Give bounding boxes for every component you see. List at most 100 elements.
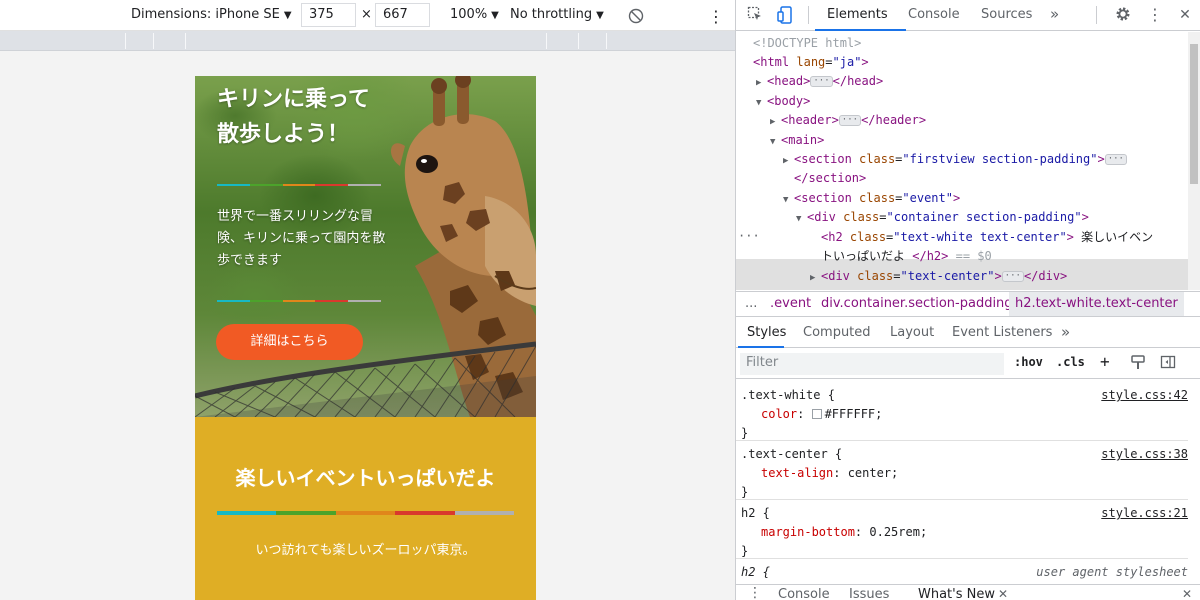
expand-triangle-icon[interactable]: ▶	[770, 113, 778, 132]
tab-layout[interactable]: Layout	[890, 325, 934, 340]
dom-node-h2-continued[interactable]: トいっぱいだよ </h2> == $0	[821, 247, 992, 266]
collapse-triangle-icon[interactable]: ▼	[796, 210, 804, 229]
dimensions-dropdown[interactable]: Dimensions: iPhone SE ▼	[131, 7, 292, 22]
toggle-sidebar-icon[interactable]	[1159, 354, 1177, 372]
property-value[interactable]: 0.25rem;	[869, 525, 927, 539]
ruler-segment[interactable]	[606, 33, 607, 49]
tag-text: <header>	[781, 113, 839, 127]
drawer-menu-icon[interactable]: ⋮	[748, 585, 762, 600]
tab-elements[interactable]: Elements	[827, 7, 888, 22]
throttling-dropdown[interactable]: No throttling ▼	[510, 7, 604, 22]
dom-node-body[interactable]: ▼ <body>	[756, 92, 810, 111]
scrollbar-thumb[interactable]	[1190, 44, 1198, 184]
more-tabs-icon[interactable]: »	[1061, 323, 1070, 341]
expand-triangle-icon[interactable]: ▶	[810, 269, 818, 288]
ruler-segment[interactable]	[546, 33, 547, 49]
paint-bucket-icon[interactable]	[1129, 354, 1147, 372]
ellipsis-icon[interactable]: ···	[1001, 271, 1024, 282]
tab-styles[interactable]: Styles	[747, 325, 786, 340]
source-link[interactable]: style.css:38	[1101, 445, 1188, 464]
close-tab-icon[interactable]: ✕	[998, 587, 1008, 600]
tab-sources[interactable]: Sources	[981, 7, 1032, 22]
new-style-rule-button[interactable]: +	[1100, 352, 1110, 371]
ellipsis-icon[interactable]: ···	[838, 115, 862, 126]
tab-computed[interactable]: Computed	[803, 325, 871, 340]
dom-tree[interactable]: <!DOCTYPE html> <html lang="ja"> ▶ <head>…	[736, 32, 1188, 290]
css-rule[interactable]: .text-white { color: #FFFFFF; } style.cs…	[736, 382, 1188, 441]
css-rule[interactable]: .text-center { text-align: center; } sty…	[736, 441, 1188, 500]
more-options-icon[interactable]: ⋮	[1146, 6, 1164, 24]
breadcrumb-item[interactable]: div.container.section-padding	[821, 292, 1013, 316]
filter-input[interactable]: Filter	[740, 353, 1004, 375]
media-query-ruler[interactable]	[0, 31, 735, 51]
rainbow-segment	[249, 184, 283, 186]
css-rule[interactable]: h2 { user agent stylesheet	[736, 559, 1188, 585]
width-input[interactable]: 375	[301, 3, 356, 27]
tab-console[interactable]: Console	[778, 587, 830, 600]
tag-text: </head>	[832, 74, 884, 88]
breadcrumb: ... .event div.container.section-padding…	[736, 291, 1200, 317]
gutter-dots-icon[interactable]: ···	[738, 227, 760, 246]
hover-state-button[interactable]: :hov	[1014, 355, 1043, 369]
property-value[interactable]: center;	[848, 466, 899, 480]
ruler-segment[interactable]	[125, 33, 126, 49]
close-icon[interactable]: ✕	[1176, 6, 1194, 24]
ruler-segment[interactable]	[578, 33, 579, 49]
hero-description: 世界で一番スリリングな冒険、キリンに乗って園内を散歩できます	[217, 209, 386, 268]
property-name[interactable]: color	[761, 407, 797, 421]
tag-name: section	[801, 191, 852, 205]
more-options-icon[interactable]: ⋮	[708, 7, 724, 26]
rainbow-segment	[217, 184, 250, 186]
expand-triangle-icon[interactable]: ▶	[783, 152, 791, 171]
tab-console[interactable]: Console	[908, 7, 960, 22]
tab-whats-new[interactable]: What's New	[918, 587, 995, 600]
device-toggle-icon[interactable]	[776, 6, 794, 24]
expand-triangle-icon[interactable]: ▶	[756, 74, 764, 93]
tab-issues[interactable]: Issues	[849, 587, 889, 600]
class-toggle-button[interactable]: .cls	[1056, 355, 1085, 369]
dom-node-html[interactable]: <html lang="ja">	[753, 53, 869, 72]
dom-node-div-text-center[interactable]: ▶ <div class="text-center"> ··· </div>	[810, 267, 1067, 286]
styles-tabbar: Styles Computed Layout Event Listeners »	[736, 318, 1200, 348]
dom-node-header[interactable]: ▶ <header> ··· </header>	[770, 111, 926, 130]
property-value[interactable]: #FFFFFF;	[825, 407, 883, 421]
dom-node-div-container[interactable]: ▼ <div class="container section-padding">	[796, 208, 1089, 227]
collapse-triangle-icon[interactable]: ▼	[756, 94, 764, 113]
more-tabs-icon[interactable]: »	[1050, 5, 1059, 23]
collapse-triangle-icon[interactable]: ▼	[783, 191, 791, 210]
zoom-dropdown[interactable]: 100% ▼	[450, 7, 499, 22]
details-button[interactable]: 詳細はこちら	[216, 324, 363, 360]
dom-node-head[interactable]: ▶ <head> ··· </head>	[756, 72, 883, 91]
dom-doctype[interactable]: <!DOCTYPE html>	[753, 34, 861, 53]
property-name[interactable]: margin-bottom	[761, 525, 855, 539]
css-rule[interactable]: h2 { margin-bottom: 0.25rem; } style.css…	[736, 500, 1188, 559]
breadcrumb-overflow[interactable]: ...	[745, 292, 757, 316]
source-link[interactable]: style.css:21	[1101, 504, 1188, 523]
collapse-triangle-icon[interactable]: ▼	[770, 133, 778, 152]
rainbow-divider	[217, 300, 381, 302]
ruler-segment[interactable]	[153, 33, 154, 49]
height-input[interactable]: 667	[375, 3, 430, 27]
source-link[interactable]: style.css:42	[1101, 386, 1188, 405]
color-swatch-icon[interactable]	[811, 409, 822, 419]
tab-event-listeners[interactable]: Event Listeners	[952, 325, 1052, 340]
rotate-icon[interactable]	[627, 7, 645, 29]
selected-marker: == $0	[955, 249, 992, 263]
breadcrumb-item[interactable]: .event	[770, 292, 811, 316]
breadcrumb-item-current[interactable]: h2.text-white.text-center	[1009, 292, 1184, 316]
rainbow-segment	[282, 184, 316, 186]
ellipsis-icon[interactable]: ···	[810, 76, 833, 87]
settings-gear-icon[interactable]	[1114, 6, 1132, 24]
dom-node-h2-selected[interactable]: <h2 class="text-white text-center"> 楽しいイ…	[821, 228, 1153, 247]
dom-node-section-event[interactable]: ▼ <section class="event">	[783, 189, 960, 208]
dom-scrollbar[interactable]	[1188, 32, 1200, 290]
dom-node-section-firstview[interactable]: ▶ <section class="firstview section-paddi…	[783, 150, 1127, 169]
inspect-element-icon[interactable]	[746, 6, 764, 24]
dom-close-section[interactable]: </section>	[794, 169, 866, 188]
dom-node-main[interactable]: ▼ <main>	[770, 131, 824, 150]
ruler-segment[interactable]	[185, 33, 186, 49]
attr-value: "event"	[902, 191, 953, 205]
close-drawer-icon[interactable]: ✕	[1182, 587, 1192, 600]
property-name[interactable]: text-align	[761, 466, 833, 480]
ellipsis-icon[interactable]: ···	[1104, 154, 1127, 165]
